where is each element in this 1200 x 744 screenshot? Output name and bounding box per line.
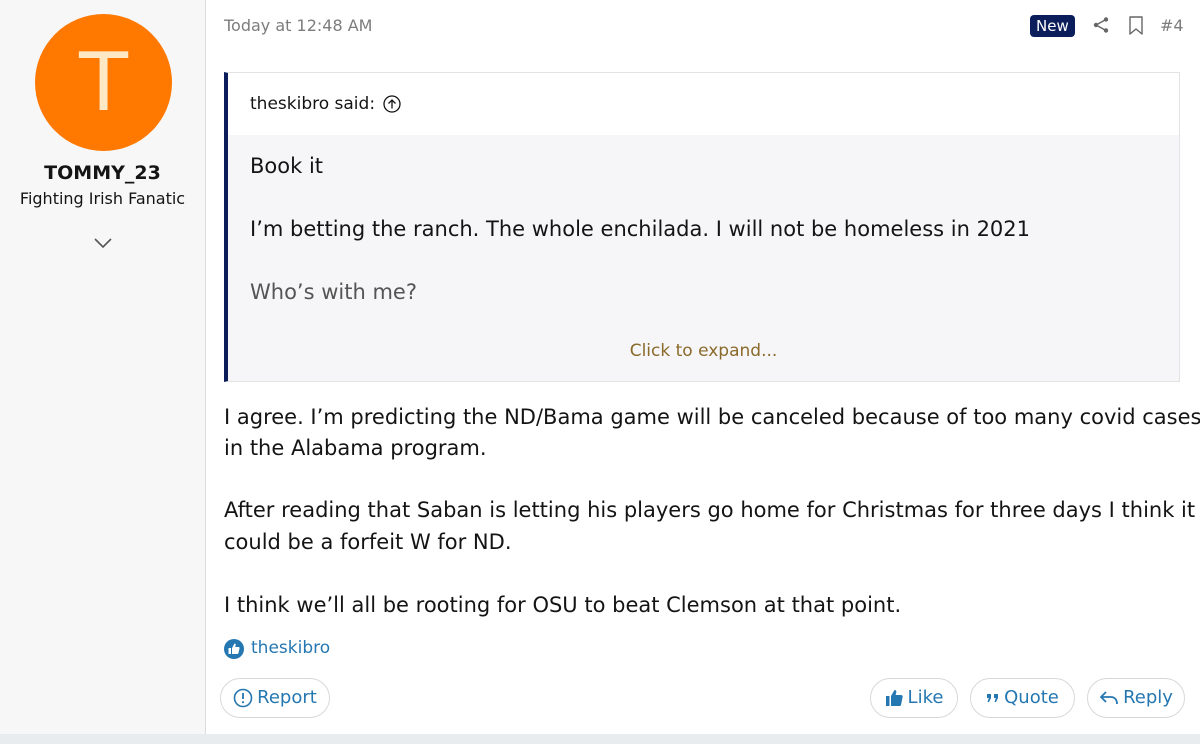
quote-label: Quote xyxy=(1004,687,1059,708)
username[interactable]: TOMMY_23 xyxy=(0,162,205,184)
quote-icon xyxy=(987,694,999,702)
post-date[interactable]: Today at 12:48 AM xyxy=(224,16,372,35)
bookmark-icon[interactable] xyxy=(1128,16,1144,35)
quote-line: I’m betting the ranch. The whole enchila… xyxy=(250,217,1031,241)
post-body-line: I agree. I’m predicting the ND/Bama game… xyxy=(224,405,1200,429)
quote-line: Who’s with me? xyxy=(250,280,417,304)
user-title: Fighting Irish Fanatic xyxy=(19,189,186,208)
click-to-expand-link[interactable]: Click to expand... xyxy=(228,341,1179,361)
quote-block: theskibro said: Book it I’m betting the … xyxy=(224,72,1180,382)
post-body-line: in the Alabama program. xyxy=(224,436,487,460)
user-info-panel: T TOMMY_23 Fighting Irish Fanatic xyxy=(0,0,206,734)
quote-line: Book it xyxy=(250,154,324,178)
post-body-line: I think we’ll all be rooting for OSU to … xyxy=(224,593,902,617)
avatar[interactable]: T xyxy=(35,14,172,151)
reply-label: Reply xyxy=(1123,687,1173,708)
reply-button[interactable]: Reply xyxy=(1087,678,1185,718)
like-label: Like xyxy=(907,687,944,708)
report-button[interactable]: Report xyxy=(220,678,330,718)
alert-circle-icon xyxy=(233,688,253,708)
thumbs-up-icon xyxy=(885,690,903,706)
quote-button[interactable]: Quote xyxy=(970,678,1075,718)
quote-author[interactable]: theskibro said: xyxy=(250,94,375,114)
like-button[interactable]: Like xyxy=(870,678,958,718)
forum-post: T TOMMY_23 Fighting Irish Fanatic Today … xyxy=(0,0,1200,734)
reaction-user-link[interactable]: theskibro xyxy=(251,638,330,658)
post-body-line: could be a forfeit W for ND. xyxy=(224,530,512,554)
quote-header: theskibro said: xyxy=(228,73,1179,135)
share-icon[interactable] xyxy=(1092,16,1110,34)
post-number-link[interactable]: #4 xyxy=(1160,16,1184,35)
reply-arrow-icon xyxy=(1100,691,1118,705)
arrow-up-circle-icon[interactable] xyxy=(383,95,401,113)
report-label: Report xyxy=(257,687,317,708)
like-reaction-icon[interactable] xyxy=(224,639,244,659)
chevron-down-icon[interactable] xyxy=(93,236,113,250)
new-badge: New xyxy=(1030,15,1075,37)
post-body-line: After reading that Saban is letting his … xyxy=(224,498,1196,522)
page-footer-strip xyxy=(0,734,1200,744)
